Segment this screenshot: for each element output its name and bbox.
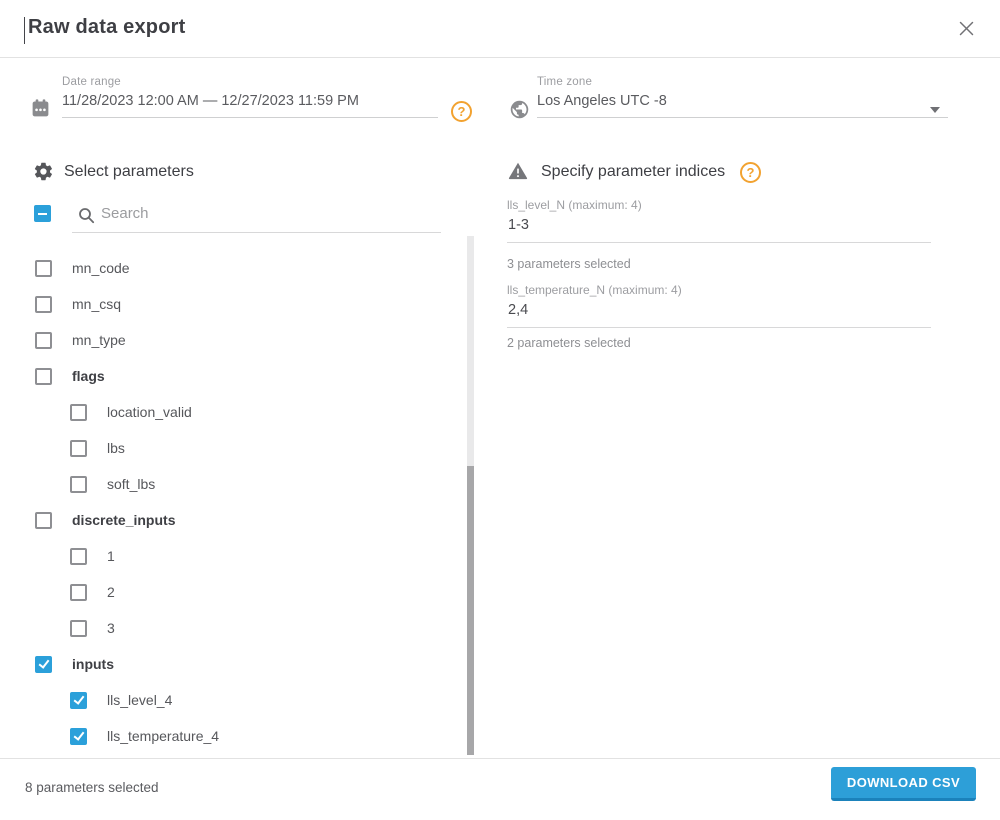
parameter-label: flags: [72, 368, 105, 384]
parameter-checkbox[interactable]: [35, 259, 52, 277]
parameter-label: mn_code: [72, 260, 130, 276]
parameter-label: lls_temperature_4: [107, 728, 220, 744]
parameter-checkbox[interactable]: [70, 403, 87, 421]
parameter-checkbox[interactable]: [70, 691, 87, 709]
lls-temperature-indices-status: 2 parameters selected: [507, 336, 631, 350]
date-range-label: Date range: [62, 76, 121, 88]
dialog-title: Raw data export: [28, 16, 186, 38]
parameter-row[interactable]: 3: [25, 610, 465, 646]
search-underline: [72, 232, 441, 233]
lls-level-indices-status: 3 parameters selected: [507, 257, 631, 271]
parameter-checkbox[interactable]: [70, 727, 87, 745]
lls-level-indices-label: lls_level_N (maximum: 4): [507, 198, 642, 212]
date-range-value[interactable]: 11/28/2023 12:00 AM — 12/27/2023 11:59 P…: [62, 93, 438, 117]
parameter-row[interactable]: soft_lbs: [25, 466, 465, 502]
parameter-list: mn_code mn_csq mn_type flags location_va…: [25, 250, 465, 754]
parameter-row[interactable]: mn_type: [25, 322, 465, 358]
parameter-label: discrete_inputs: [72, 512, 176, 528]
parameter-label: location_valid: [107, 404, 192, 420]
chevron-down-icon[interactable]: [930, 107, 940, 113]
lls-level-indices-field: lls_level_N (maximum: 4): [507, 198, 932, 243]
scrollbar-thumb[interactable]: [467, 466, 474, 755]
search-input[interactable]: [99, 204, 403, 223]
parameter-row[interactable]: lbs: [25, 430, 465, 466]
text-cursor-caret: [24, 17, 25, 44]
lls-level-indices-input[interactable]: [507, 217, 932, 242]
parameter-checkbox[interactable]: [35, 331, 52, 349]
raw-data-export-dialog: { "modal": { "title": "Raw data export" …: [0, 0, 1000, 820]
parameter-checkbox[interactable]: [35, 655, 52, 673]
parameter-label: 3: [107, 620, 115, 636]
parameter-row[interactable]: lls_level_4: [25, 682, 465, 718]
header-divider: [0, 57, 1000, 58]
download-csv-button[interactable]: DOWNLOAD CSV: [831, 767, 976, 801]
parameter-row[interactable]: discrete_inputs: [25, 502, 465, 538]
parameter-checkbox[interactable]: [70, 475, 87, 493]
parameter-label: soft_lbs: [107, 476, 156, 492]
time-zone-value[interactable]: Los Angeles UTC -8: [537, 93, 948, 117]
parameter-checkbox[interactable]: [70, 547, 87, 565]
time-zone-label: Time zone: [537, 76, 593, 88]
parameter-checkbox[interactable]: [35, 295, 52, 313]
select-all-checkbox[interactable]: [34, 205, 51, 222]
parameter-label: lls_level_4: [107, 692, 173, 708]
parameter-row[interactable]: 2: [25, 574, 465, 610]
close-icon: [957, 19, 976, 43]
date-range-field[interactable]: Date range 11/28/2023 12:00 AM — 12/27/2…: [62, 76, 438, 118]
lls-temperature-indices-field: lls_temperature_N (maximum: 4): [507, 283, 932, 328]
parameter-label: 1: [107, 548, 115, 564]
globe-icon: [509, 99, 530, 125]
parameter-row[interactable]: location_valid: [25, 394, 465, 430]
parameter-checkbox[interactable]: [35, 511, 52, 529]
parameter-checkbox[interactable]: [70, 619, 87, 637]
parameter-label: lbs: [107, 440, 125, 456]
lls-temperature-indices-label: lls_temperature_N (maximum: 4): [507, 283, 682, 297]
parameter-checkbox[interactable]: [70, 583, 87, 601]
parameter-label: mn_type: [72, 332, 126, 348]
parameter-row[interactable]: lls_temperature_4: [25, 718, 465, 754]
gear-icon: [33, 161, 54, 187]
parameter-label: inputs: [72, 656, 114, 672]
parameter-row[interactable]: mn_csq: [25, 286, 465, 322]
selected-parameters-status: 8 parameters selected: [25, 780, 159, 795]
parameter-checkbox[interactable]: [70, 439, 87, 457]
time-zone-select[interactable]: Time zone Los Angeles UTC -8: [537, 76, 948, 118]
parameter-row[interactable]: inputs: [25, 646, 465, 682]
specify-indices-title: Specify parameter indices: [541, 163, 726, 180]
calendar-icon: [30, 98, 51, 124]
close-button[interactable]: [951, 16, 981, 46]
parameter-label: 2: [107, 584, 115, 600]
warning-icon: [507, 160, 529, 186]
parameter-row[interactable]: mn_code: [25, 250, 465, 286]
parameter-label: mn_csq: [72, 296, 122, 312]
date-range-help-icon[interactable]: ?: [451, 101, 472, 122]
select-parameters-title: Select parameters: [64, 163, 194, 180]
footer-divider: [0, 758, 1000, 759]
parameter-checkbox[interactable]: [35, 367, 52, 385]
search-icon: [78, 207, 95, 229]
parameter-row[interactable]: 1: [25, 538, 465, 574]
indices-help-icon[interactable]: ?: [740, 162, 761, 183]
parameter-row[interactable]: flags: [25, 358, 465, 394]
lls-temperature-indices-input[interactable]: [507, 302, 932, 327]
